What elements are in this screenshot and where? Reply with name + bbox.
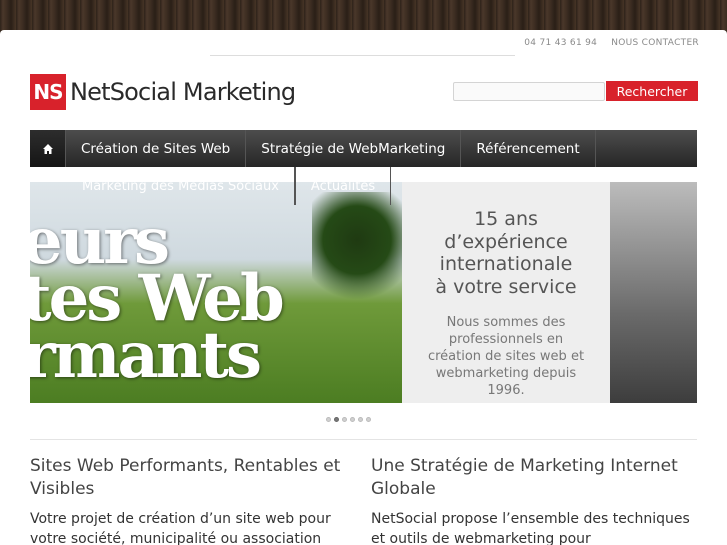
feature-text: Votre projet de création d’un site web p… (30, 511, 331, 545)
slider-dot[interactable] (326, 417, 331, 422)
top-divider (210, 55, 515, 56)
feature-column-strategie: Une Stratégie de Marketing Internet Glob… (371, 455, 701, 545)
content-divider (30, 439, 697, 440)
logo-mark: NS (30, 74, 66, 110)
main-nav-row2: Marketing des Médias Sociaux Actualités (30, 167, 430, 205)
nav-item-medias-sociaux[interactable]: Marketing des Médias Sociaux (30, 167, 295, 205)
slider-pagination (326, 417, 371, 422)
slider-dot[interactable] (342, 417, 347, 422)
slide-body-text: Nous sommes des professionnels en créati… (427, 315, 585, 398)
top-bar: 04 71 43 61 94 NOUS CONTACTER (524, 38, 699, 48)
hero-slider: eurs tes Web rmants 15 ans d’expérience … (30, 182, 697, 403)
nav-item-referencement[interactable]: Référencement (461, 130, 596, 167)
slide-image-city (610, 182, 697, 403)
slide-image-web: eurs tes Web rmants (30, 182, 402, 403)
search-input[interactable] (453, 81, 605, 101)
slider-dot-active[interactable] (334, 417, 339, 422)
search-form: Rechercher (453, 81, 698, 101)
slide-heading-line: internationale (439, 253, 573, 275)
contact-link[interactable]: NOUS CONTACTER (611, 38, 699, 48)
home-icon (42, 143, 53, 154)
slide-text-line: rmants (30, 318, 262, 393)
phone-number: 04 71 43 61 94 (524, 38, 598, 48)
site-logo[interactable]: NS NetSocial Marketing (30, 74, 296, 110)
feature-text: NetSocial propose l’ensemble des techniq… (371, 511, 690, 545)
logo-name: NetSocial Marketing (70, 78, 296, 106)
nav-home[interactable] (30, 130, 66, 167)
slider-dot[interactable] (350, 417, 355, 422)
feature-column-sites: Sites Web Performants, Rentables et Visi… (30, 455, 360, 545)
nav-item-creation[interactable]: Création de Sites Web (66, 130, 247, 167)
search-button[interactable]: Rechercher (606, 81, 698, 101)
slide-info-panel: 15 ans d’expérience internationale à vot… (402, 182, 610, 403)
main-nav: Création de Sites Web Stratégie de WebMa… (30, 130, 697, 167)
slide-heading-line: d’expérience (444, 230, 568, 253)
slide-heading-line: à votre service (435, 275, 577, 298)
nav-item-actualites[interactable]: Actualités (294, 167, 392, 205)
page-container: 04 71 43 61 94 NOUS CONTACTER NS NetSoci… (0, 30, 727, 545)
nav-item-strategie[interactable]: Stratégie de WebMarketing (246, 130, 462, 167)
feature-title[interactable]: Une Stratégie de Marketing Internet Glob… (371, 455, 701, 501)
slider-dot[interactable] (358, 417, 363, 422)
slider-dot[interactable] (366, 417, 371, 422)
feature-title[interactable]: Sites Web Performants, Rentables et Visi… (30, 455, 360, 501)
tree-shape (312, 192, 402, 312)
slide-heading-line: 15 ans (474, 208, 538, 230)
